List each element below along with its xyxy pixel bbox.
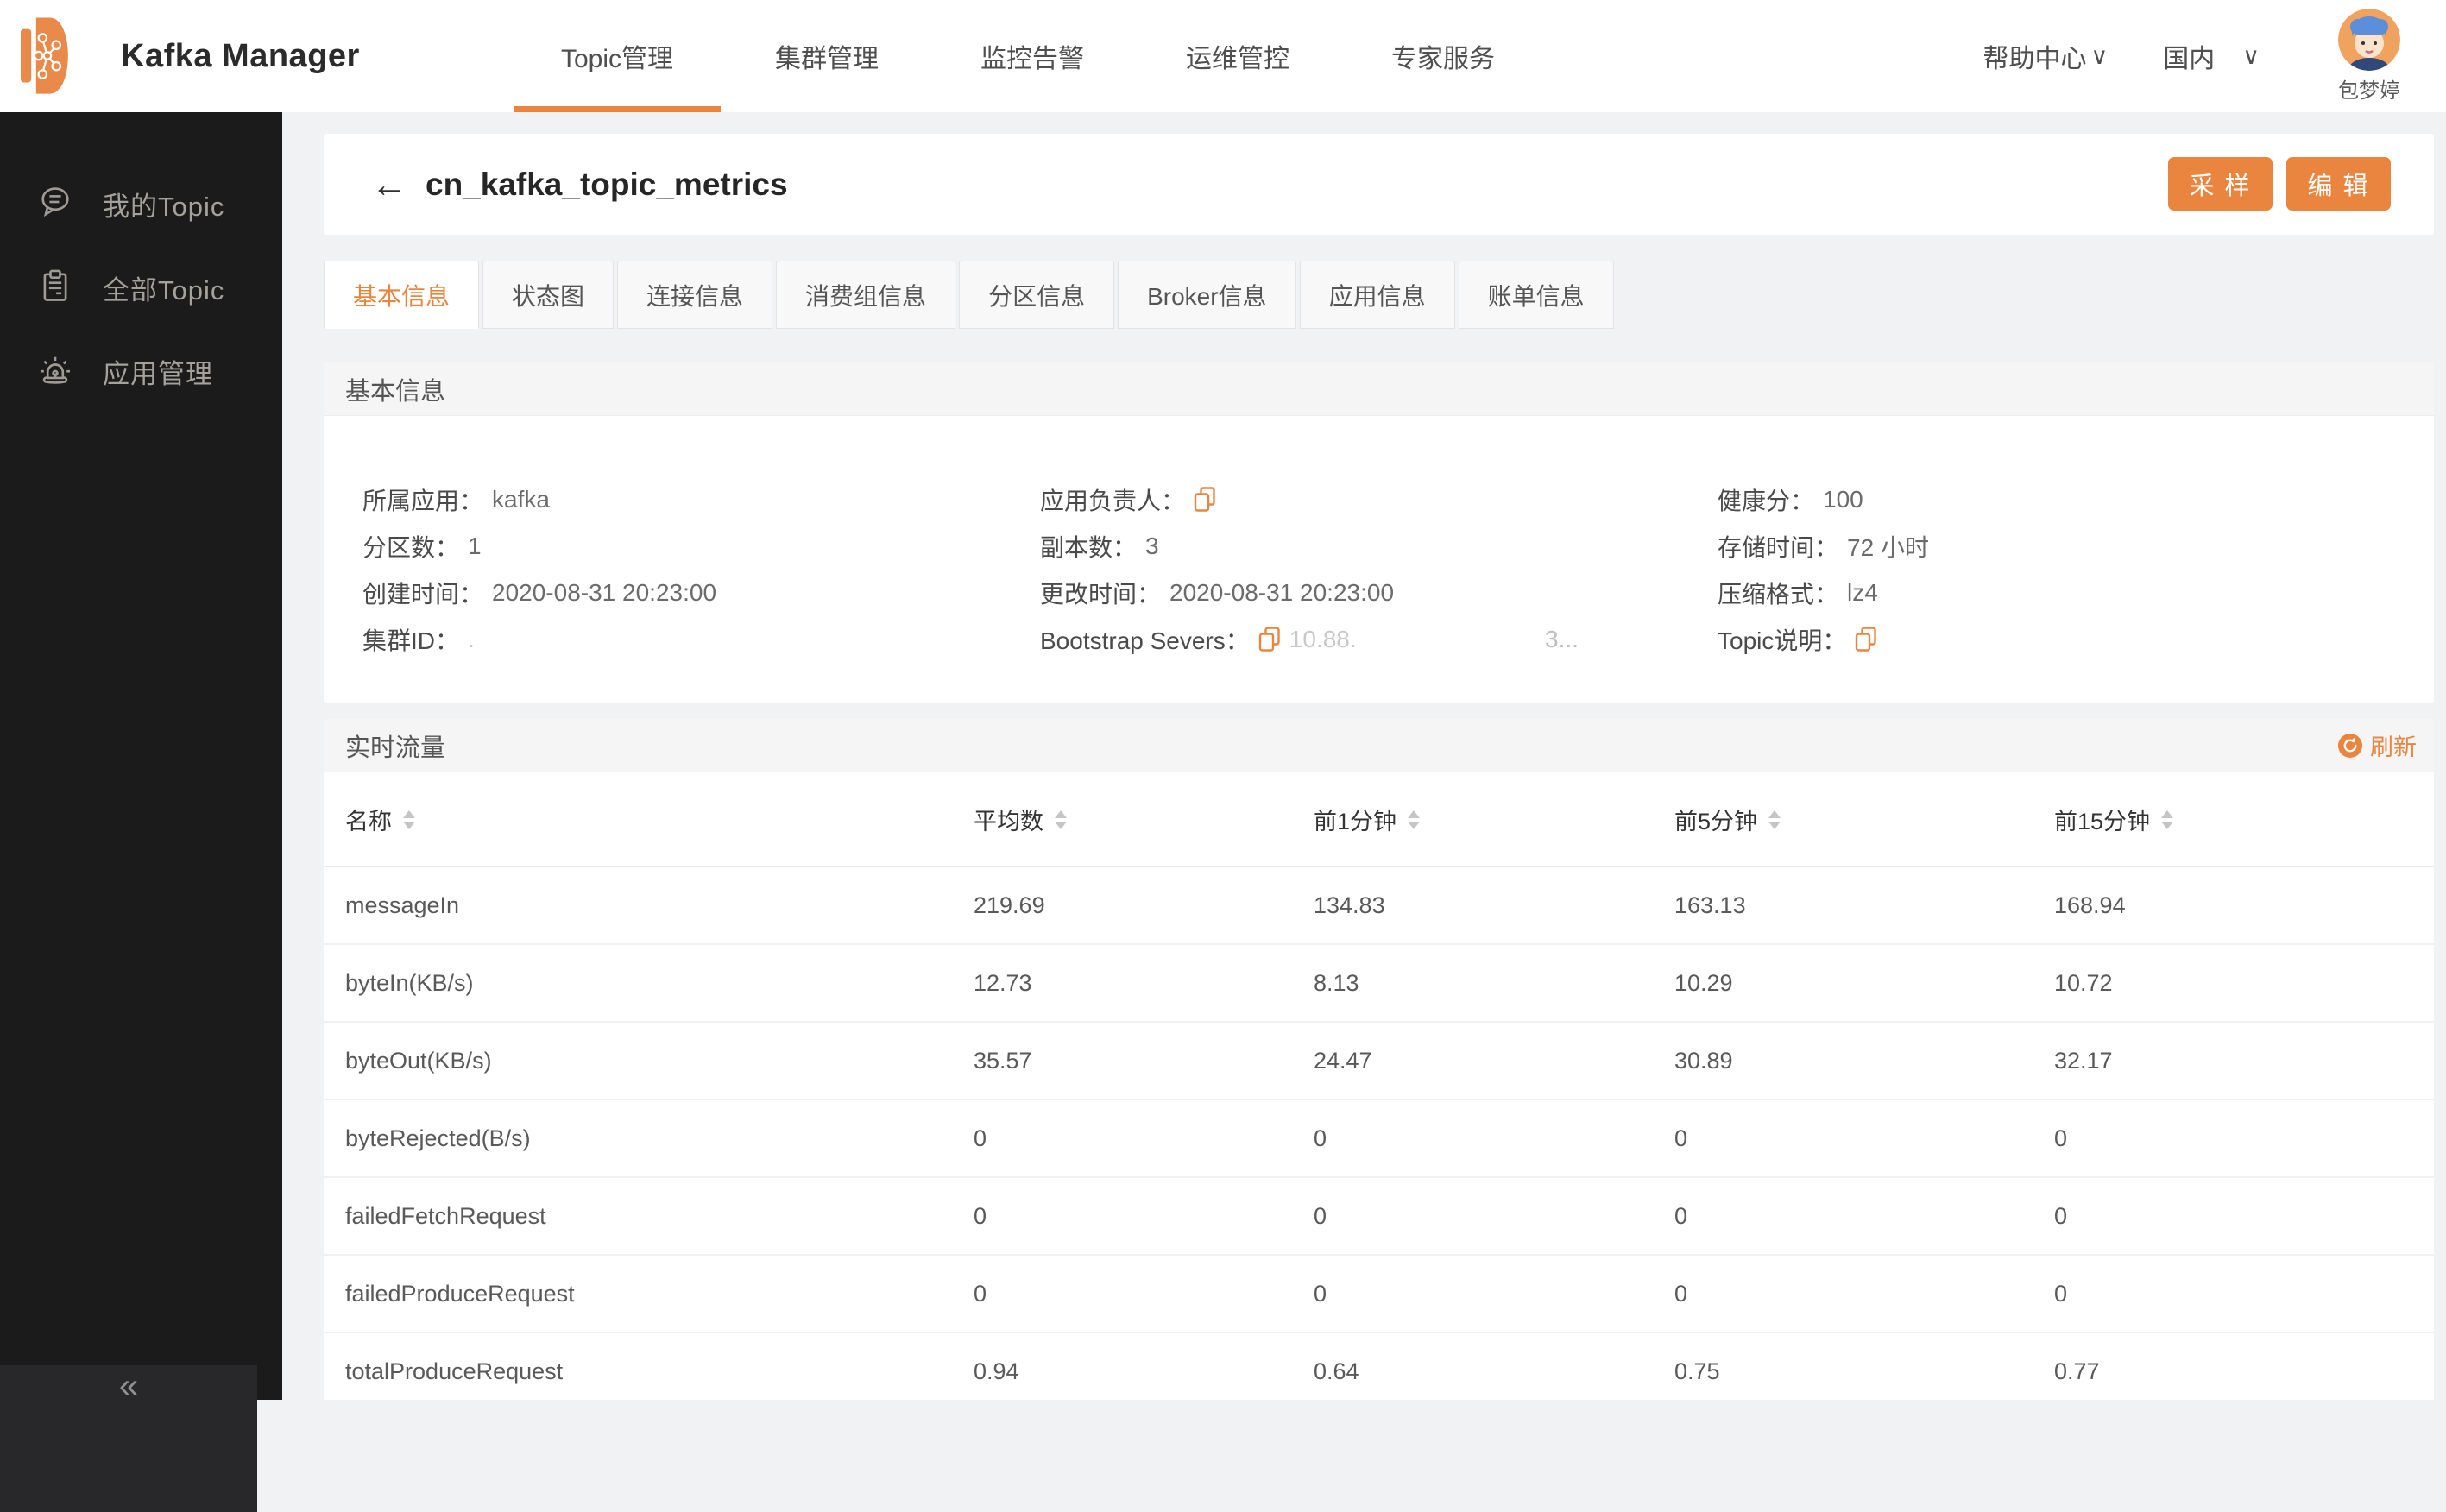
copy-icon[interactable] (1855, 627, 1877, 652)
field-app-owner: 应用负责人： (1040, 476, 1718, 523)
tab-partition-info[interactable]: 分区信息 (959, 261, 1115, 329)
sidebar-item-app-manage[interactable]: 应用管理 (0, 330, 282, 413)
sort-icon[interactable] (2161, 810, 2174, 829)
refresh-button[interactable]: 刷新 (2338, 728, 2417, 762)
copy-icon[interactable] (1194, 487, 1216, 513)
edit-button[interactable]: 编 辑 (2286, 157, 2391, 211)
table-row: failedProduceRequest 0 000 (324, 1256, 2434, 1333)
nav-topic-manage[interactable]: Topic管理 (513, 0, 722, 112)
field-cluster-id: 集群ID：. (362, 626, 475, 654)
tab-status-chart[interactable]: 状态图 (482, 261, 615, 329)
sort-icon[interactable] (1768, 810, 1781, 829)
nav-cluster-manage[interactable]: 集群管理 (775, 0, 879, 112)
realtime-traffic-card: 实时流量 刷新 名称 平均数 前1分钟 前5分钟 前15分钟 messageIn… (324, 719, 2434, 1400)
col-last-1min: 前1分钟 (1314, 803, 1674, 836)
page-title: cn_kafka_topic_metrics (426, 166, 788, 202)
field-modify-time: 更改时间： 2020-08-31 20:23:00 (1040, 579, 1395, 608)
chat-bubble-icon (36, 183, 74, 225)
table-row: byteOut(KB/s) 35.57 24.47 30.89 32.17 (324, 1023, 2434, 1100)
sidebar: 我的Topic 全部Topic 应用管理 « (0, 112, 282, 1512)
table-header: 名称 平均数 前1分钟 前5分钟 前15分钟 (324, 772, 2434, 867)
app-title: Kafka Manager (121, 37, 360, 74)
copy-icon[interactable] (1258, 627, 1281, 652)
back-arrow-icon[interactable]: ← (371, 134, 407, 235)
field-compression-format: 压缩格式： lz4 (1718, 579, 1878, 608)
table-row: totalProduceRequest 0.94 0.64 0.75 0.77 (324, 1333, 2434, 1400)
table-row: byteIn(KB/s) 12.73 8.13 10.29 10.72 (324, 945, 2434, 1023)
top-header: Kafka Manager Topic管理 集群管理 监控告警 运维管控 专家服… (0, 0, 2446, 112)
sort-icon[interactable] (1055, 810, 1067, 829)
field-bootstrap-servers: Bootstrap Severs： 10.88. 3... (1040, 626, 1579, 654)
main-content: ← cn_kafka_topic_metrics 采 样 编 辑 基本信息 状态… (282, 112, 2446, 1400)
field-topic-description: Topic说明： (1718, 616, 2395, 663)
sidebar-item-my-topic[interactable]: 我的Topic (0, 162, 282, 246)
nav-monitor-alert[interactable]: 监控告警 (980, 0, 1084, 112)
field-retention-time: 存储时间： 72 小时 (1718, 534, 1929, 561)
field-create-time: 创建时间： 2020-08-31 20:23:00 (362, 579, 717, 608)
sidebar-collapse[interactable]: « (0, 1365, 257, 1512)
top-nav: Topic管理 集群管理 监控告警 运维管控 专家服务 (513, 0, 1495, 112)
col-average: 平均数 (974, 803, 1314, 836)
table-row: byteRejected(B/s) 0 000 (324, 1100, 2434, 1178)
tab-basic-info[interactable]: 基本信息 (324, 261, 480, 329)
field-replica-count: 副本数： 3 (1040, 532, 1159, 561)
avatar[interactable] (2338, 9, 2400, 71)
table-row: failedFetchRequest 0 000 (324, 1178, 2434, 1256)
tab-broker-info[interactable]: Broker信息 (1118, 261, 1296, 329)
alarm-icon (36, 350, 74, 393)
region-select[interactable]: 国内 ∨ (2163, 0, 2260, 112)
table-row: messageIn 219.69 134.83 163.13 168.94 (324, 867, 2434, 945)
nav-ops-control[interactable]: 运维管控 (1186, 0, 1289, 112)
realtime-section-header: 实时流量 刷新 (324, 719, 2434, 772)
sample-button[interactable]: 采 样 (2168, 157, 2273, 211)
sort-icon[interactable] (1408, 810, 1421, 829)
collapse-left-icon: « (118, 1367, 139, 1405)
chevron-down-icon: ∨ (2090, 42, 2109, 69)
clipboard-icon (36, 267, 74, 309)
chevron-down-icon: ∨ (2242, 42, 2260, 69)
col-last-15min: 前15分钟 (2054, 803, 2434, 836)
sort-icon[interactable] (403, 810, 415, 829)
tab-app-info[interactable]: 应用信息 (1299, 261, 1455, 329)
username: 包梦婷 (2338, 79, 2400, 103)
kafka-logo-icon (21, 15, 72, 97)
user-menu[interactable]: 包梦婷 (2322, 0, 2417, 104)
help-center-menu[interactable]: 帮助中心 ∨ (1983, 0, 2108, 112)
basic-info-section-header: 基本信息 (324, 362, 2434, 416)
col-last-5min: 前5分钟 (1674, 803, 2054, 836)
field-partition-count: 分区数： 1 (362, 532, 482, 561)
detail-tabs: 基本信息 状态图 连接信息 消费组信息 分区信息 Broker信息 应用信息 账… (324, 261, 1614, 329)
sidebar-item-all-topic[interactable]: 全部Topic (0, 246, 282, 330)
nav-expert-service[interactable]: 专家服务 (1391, 0, 1495, 112)
tab-connection-info[interactable]: 连接信息 (617, 261, 773, 329)
topic-title-card: ← cn_kafka_topic_metrics 采 样 编 辑 (324, 134, 2434, 235)
basic-info-card: 基本信息 所属应用： kafka 分区数： 1 创建时间： 2020-08-31 20… (324, 362, 2434, 703)
refresh-icon (2338, 733, 2362, 758)
field-health-score: 健康分： 100 (1718, 486, 1863, 514)
header-right: 帮助中心 ∨ 国内 ∨ 包梦婷 (1983, 0, 2417, 112)
tab-bill-info[interactable]: 账单信息 (1458, 261, 1614, 329)
col-name: 名称 (345, 803, 974, 836)
field-owner-app: 所属应用： kafka (362, 486, 550, 514)
basic-info-fields: 所属应用： kafka 分区数： 1 创建时间： 2020-08-31 20:23:0… (324, 416, 2434, 663)
tab-consumer-group-info[interactable]: 消费组信息 (776, 261, 956, 329)
